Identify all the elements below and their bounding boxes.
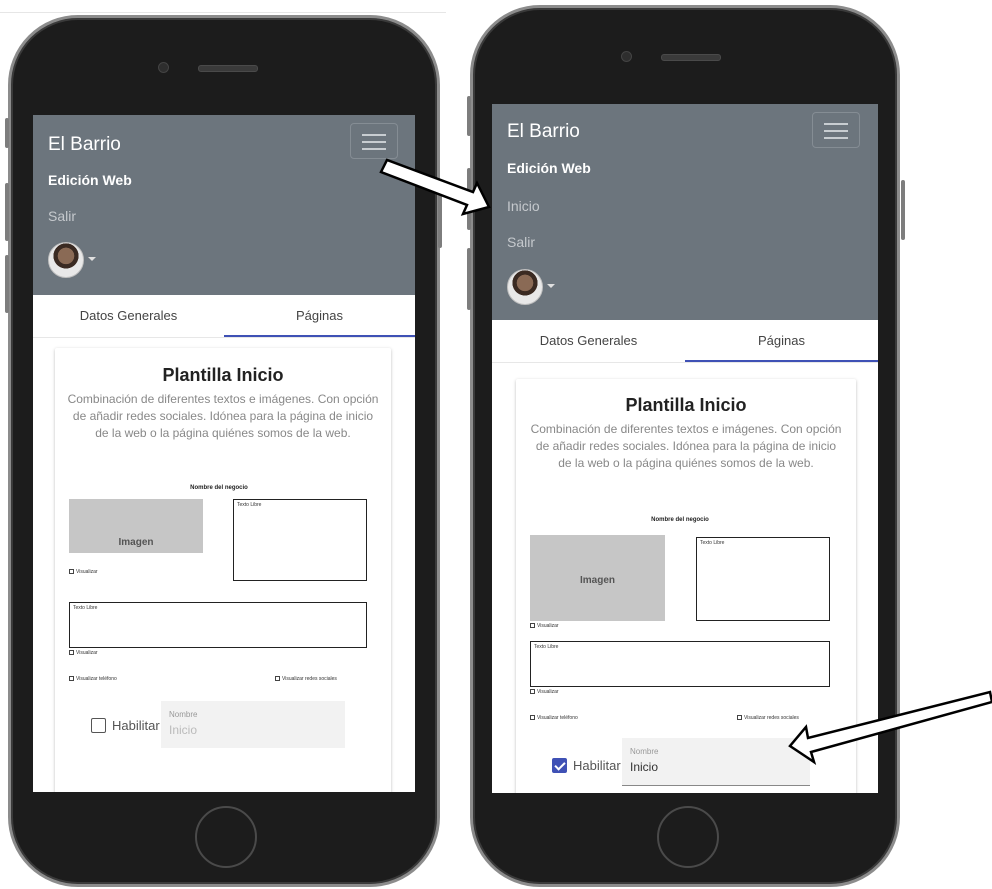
arrow-icon: [379, 158, 491, 216]
annotation-arrows: [379, 158, 992, 765]
arrow-icon: [788, 690, 992, 765]
